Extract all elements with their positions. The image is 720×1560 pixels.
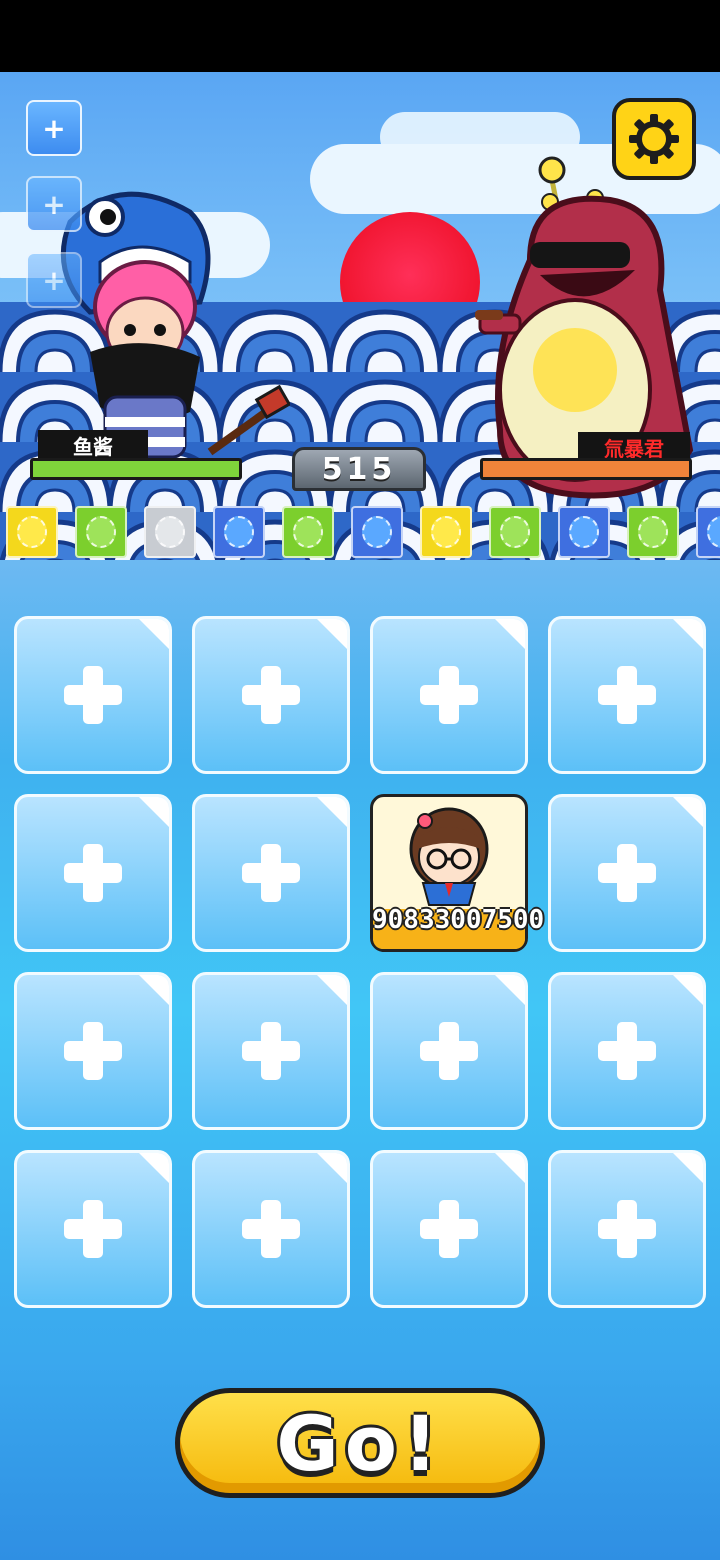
grid-slot-empty[interactable] — [192, 1150, 350, 1308]
ball-queue — [0, 506, 720, 560]
plus-icon — [598, 844, 656, 902]
plus-icon — [598, 1022, 656, 1080]
queue-tile — [351, 506, 403, 558]
balloon-icon — [569, 516, 599, 548]
side-add-button-3[interactable]: + — [26, 252, 82, 308]
balloon-icon — [224, 516, 254, 548]
plus-icon — [242, 844, 300, 902]
plus-icon — [64, 666, 122, 724]
plus-icon — [598, 1200, 656, 1258]
boss-hp-bar — [480, 458, 692, 480]
queue-tile — [144, 506, 196, 558]
balloon-icon — [431, 516, 461, 548]
go-button-label: Go! — [276, 1398, 444, 1488]
grid-slot-empty[interactable] — [370, 972, 528, 1130]
gear-icon — [629, 114, 679, 164]
plus-icon — [242, 666, 300, 724]
settings-button[interactable] — [612, 98, 696, 180]
grid-slot-empty[interactable] — [548, 616, 706, 774]
grid-slot-empty[interactable] — [192, 794, 350, 952]
grid-slot-empty[interactable] — [14, 972, 172, 1130]
status-bar — [0, 0, 720, 72]
balloon-icon — [707, 516, 720, 548]
balloon-icon — [17, 516, 47, 548]
round-counter: 515 — [292, 447, 426, 491]
queue-tile — [558, 506, 610, 558]
grid-slot-empty[interactable] — [548, 794, 706, 952]
grid-slot-empty[interactable] — [548, 1150, 706, 1308]
grid-slot-empty[interactable] — [370, 1150, 528, 1308]
girl-avatar — [409, 807, 489, 906]
plus-icon: + — [42, 111, 66, 145]
grid-slot-empty[interactable] — [548, 972, 706, 1130]
balloon-icon — [500, 516, 530, 548]
grid-slot-empty[interactable] — [192, 972, 350, 1130]
plus-icon — [420, 1200, 478, 1258]
plus-icon — [242, 1022, 300, 1080]
plus-icon: + — [42, 187, 66, 221]
queue-tile — [420, 506, 472, 558]
grid-slot-empty[interactable] — [14, 616, 172, 774]
queue-tile — [213, 506, 265, 558]
balloon-icon — [638, 516, 668, 548]
plus-icon — [64, 1022, 122, 1080]
plus-icon — [242, 1200, 300, 1258]
queue-tile — [627, 506, 679, 558]
side-add-button-2[interactable]: + — [26, 176, 82, 232]
plus-icon — [420, 1022, 478, 1080]
balloon-icon — [362, 516, 392, 548]
grid-slot-empty[interactable] — [192, 616, 350, 774]
balloon-icon — [86, 516, 116, 548]
hero-name: 鱼酱 — [38, 430, 148, 460]
plus-icon — [64, 1200, 122, 1258]
plus-icon: + — [42, 263, 66, 297]
queue-tile — [282, 506, 334, 558]
balloon-icon — [293, 516, 323, 548]
queue-tile — [489, 506, 541, 558]
plus-icon — [420, 666, 478, 724]
go-button[interactable]: Go! — [175, 1388, 545, 1498]
grid-slot-empty[interactable] — [14, 1150, 172, 1308]
plus-icon — [64, 844, 122, 902]
card-value: 9083300750​0 — [372, 905, 545, 935]
queue-tile — [696, 506, 720, 558]
queue-tile — [6, 506, 58, 558]
hero-hp-bar — [30, 458, 242, 480]
plus-icon — [598, 666, 656, 724]
queue-tile — [75, 506, 127, 558]
balloon-icon — [155, 516, 185, 548]
side-add-button-1[interactable]: + — [26, 100, 82, 156]
grid-slot-empty[interactable] — [370, 616, 528, 774]
grid-slot-empty[interactable] — [14, 794, 172, 952]
